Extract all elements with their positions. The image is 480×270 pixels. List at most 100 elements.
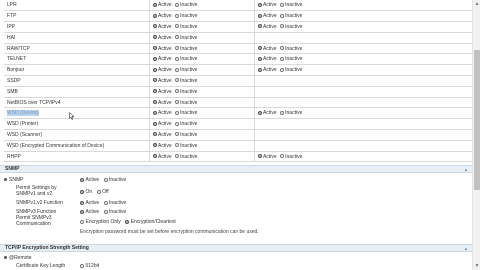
inactive-radio[interactable]: Inactive <box>174 56 198 63</box>
cert-key-radio[interactable]: 512bit <box>80 263 99 269</box>
active-radio[interactable]: Active <box>257 24 277 30</box>
active-radio[interactable]: Active <box>257 13 277 19</box>
inactive-label: Inactive <box>180 23 198 30</box>
inactive-radio[interactable]: Inactive <box>174 89 197 95</box>
inactive-radio[interactable]: Inactive <box>174 100 197 106</box>
protocol-setting-cell-a: Active Inactive <box>149 43 255 55</box>
radio-icon <box>174 100 179 105</box>
active-radio[interactable]: Active <box>152 143 172 149</box>
active-radio[interactable]: Active <box>257 2 277 8</box>
encryption-cleartext-radio[interactable]: Encryption/Cleartext <box>125 219 176 225</box>
active-radio[interactable]: Active <box>152 78 172 84</box>
active-radio[interactable]: Active <box>152 121 172 127</box>
cert-key-label: Certificate Key Length <box>16 263 66 269</box>
protocol-setting-cell-b: Active Inactive <box>254 21 472 33</box>
inactive-radio[interactable]: Inactive <box>279 67 303 74</box>
active-label: Active <box>158 45 172 52</box>
snmp-inactive-radio[interactable]: Inactive <box>103 177 126 183</box>
active-radio[interactable]: Active <box>152 110 172 116</box>
inactive-radio[interactable]: Inactive <box>174 35 197 41</box>
protocol-name-cell: TELNET <box>4 53 150 66</box>
inactive-radio[interactable]: Inactive <box>174 121 198 128</box>
active-radio[interactable]: Active <box>152 154 172 160</box>
active-radio[interactable]: Active <box>152 89 172 95</box>
protocol-name-cell: NetBIOS over TCP/IPv4 <box>4 97 150 109</box>
protocol-setting-cell-b <box>254 97 472 109</box>
active-radio[interactable]: Active <box>257 110 277 117</box>
active-radio[interactable]: Active <box>152 45 172 52</box>
scroll-down-icon[interactable]: ▼ <box>473 262 480 270</box>
protocol-name: Bonjour <box>7 67 25 74</box>
v3-active-radio[interactable]: Active <box>80 209 99 215</box>
inactive-radio[interactable]: Inactive <box>279 24 302 30</box>
collapse-icon[interactable]: ▲ <box>464 245 468 252</box>
protocol-name-cell: WSD (Device) <box>4 107 150 120</box>
inactive-radio[interactable]: Inactive <box>174 78 197 84</box>
inactive-radio[interactable]: Inactive <box>279 2 302 8</box>
radio-icon <box>152 56 157 61</box>
v1v2-active-radio[interactable]: Active <box>80 200 99 206</box>
active-radio[interactable]: Active <box>152 67 172 73</box>
inactive-label: Inactive <box>180 121 198 128</box>
inactive-radio[interactable]: Inactive <box>174 132 197 138</box>
inactive-radio[interactable]: Inactive <box>279 110 302 116</box>
encryption-only-radio[interactable]: Encryption Only <box>80 219 121 225</box>
radio-icon <box>174 78 179 83</box>
active-radio[interactable]: Active <box>152 13 172 19</box>
protocol-name-cell: WSD (Scanner) <box>4 129 150 141</box>
active-label: Active <box>263 45 277 52</box>
v1v2-inactive-radio[interactable]: Inactive <box>103 200 126 206</box>
active-radio[interactable]: Active <box>152 56 172 62</box>
protocol-name-cell: SMB <box>4 86 150 98</box>
inactive-radio[interactable]: Inactive <box>174 23 198 30</box>
permit-on-radio[interactable]: On <box>80 189 92 195</box>
snmp-label: SNMP <box>4 177 74 183</box>
collapse-icon[interactable]: ▲ <box>464 166 468 173</box>
active-radio[interactable]: Active <box>152 2 172 8</box>
inactive-radio[interactable]: Inactive <box>174 46 197 52</box>
inactive-radio[interactable]: Inactive <box>174 110 197 116</box>
inactive-radio[interactable]: Inactive <box>279 46 302 52</box>
inactive-radio[interactable]: Inactive <box>174 67 197 73</box>
protocol-setting-cell-a: Active Inactive <box>149 53 255 66</box>
inactive-radio[interactable]: Inactive <box>174 154 197 160</box>
permit-off-radio[interactable]: Off <box>96 189 109 195</box>
protocol-setting-cell-a: Active Inactive <box>149 21 255 33</box>
tcpip-section-header[interactable]: TCP/IP Encryption Strength Setting ▲ <box>0 244 472 252</box>
active-label: Active <box>263 153 277 160</box>
table-row: RHPP Active Inactive Active Inactive <box>4 151 472 163</box>
active-radio[interactable]: Active <box>152 35 172 41</box>
inactive-radio[interactable]: Inactive <box>279 154 302 160</box>
inactive-radio[interactable]: Inactive <box>279 56 302 62</box>
protocol-name-cell: RAW/TCP <box>4 43 150 55</box>
bullet-icon <box>4 255 7 259</box>
protocol-setting-cell-a: Active Inactive <box>149 129 255 141</box>
inactive-label: Inactive <box>180 56 198 63</box>
v3-inactive-radio[interactable]: Inactive <box>103 209 126 215</box>
vertical-scrollbar[interactable]: ▲ ▼ <box>472 0 480 270</box>
active-label: Active <box>263 110 277 117</box>
radio-icon <box>174 89 179 94</box>
active-radio[interactable]: Active <box>152 132 172 138</box>
protocol-name-cell: HAI <box>4 32 150 44</box>
scroll-thumb[interactable] <box>474 50 480 190</box>
inactive-radio[interactable]: Inactive <box>174 2 197 8</box>
inactive-radio[interactable]: Inactive <box>174 143 197 149</box>
active-radio[interactable]: Active <box>152 100 172 106</box>
snmp-active-radio[interactable]: Active <box>80 177 99 183</box>
active-radio[interactable]: Active <box>257 67 277 73</box>
snmp-section-header[interactable]: SNMP ▲ <box>0 165 472 173</box>
inactive-label: Inactive <box>285 67 303 74</box>
scroll-up-icon[interactable]: ▲ <box>473 0 480 8</box>
active-radio[interactable]: Active <box>257 45 277 52</box>
active-label: Active <box>263 56 277 63</box>
inactive-radio[interactable]: Inactive <box>174 13 197 19</box>
radio-icon <box>174 132 179 137</box>
protocol-name: WSD (Printer) <box>7 121 39 128</box>
inactive-radio[interactable]: Inactive <box>279 13 302 19</box>
radio-icon <box>279 46 284 51</box>
protocol-name: IPP <box>7 23 16 30</box>
active-radio[interactable]: Active <box>257 153 277 160</box>
active-radio[interactable]: Active <box>257 56 277 63</box>
active-radio[interactable]: Active <box>152 24 172 30</box>
